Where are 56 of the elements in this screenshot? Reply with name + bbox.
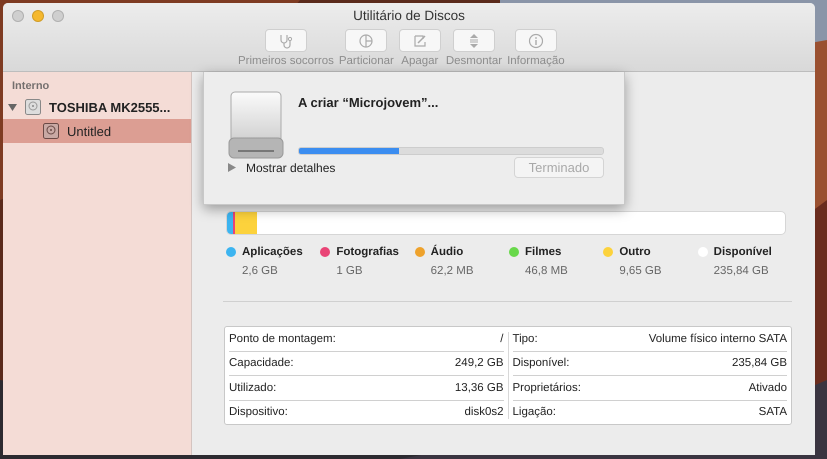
sidebar-item[interactable]: Untitled bbox=[3, 119, 191, 143]
legend-size: 62,2 MB bbox=[430, 265, 474, 277]
hard-drive-icon bbox=[24, 98, 42, 116]
info-value: 13,36 GB bbox=[454, 382, 504, 394]
unmount-button[interactable] bbox=[452, 29, 495, 52]
disclosure-triangle-icon[interactable] bbox=[8, 102, 17, 112]
legend-size: 1 GB bbox=[335, 265, 364, 277]
toolbar-label: Informação bbox=[507, 55, 565, 67]
close-button[interactable] bbox=[12, 10, 24, 22]
info-value: Ativado bbox=[748, 382, 787, 394]
info-value: 249,2 GB bbox=[454, 357, 504, 370]
info-icon bbox=[528, 32, 544, 48]
legend-label: Outro bbox=[619, 246, 651, 258]
toolbar-label: Particionar bbox=[338, 55, 394, 67]
partition-button[interactable] bbox=[345, 29, 388, 52]
info-value: SATA bbox=[758, 406, 787, 418]
info-label: Dispositivo: bbox=[229, 406, 288, 418]
zoom-button[interactable] bbox=[52, 10, 64, 22]
sidebar-heading: Interno bbox=[11, 80, 50, 92]
info-label: Disponível: bbox=[512, 357, 570, 370]
show-details-toggle[interactable]: Mostrar detalhes bbox=[228, 160, 336, 174]
erase-button[interactable] bbox=[398, 29, 441, 52]
first-aid-button[interactable] bbox=[264, 29, 307, 52]
stethoscope-icon bbox=[278, 32, 294, 48]
legend-size: 46,8 MB bbox=[524, 265, 569, 277]
legend-label: Áudio bbox=[430, 246, 464, 258]
info-value: Volume físico interno SATA bbox=[648, 332, 787, 345]
toolbar-label: Primeiros socorros bbox=[238, 55, 334, 67]
info-label: Ligação: bbox=[512, 406, 556, 418]
legend-label: Disponível bbox=[714, 246, 772, 258]
toolbar-label: Desmontar bbox=[446, 55, 502, 67]
info-label: Ponto de montagem: bbox=[229, 332, 336, 345]
legend-size: 2,6 GB bbox=[241, 265, 279, 277]
external-drive-icon bbox=[228, 90, 284, 160]
legend-size: 9,65 GB bbox=[618, 265, 663, 277]
hard-drive-icon bbox=[42, 122, 60, 140]
toolbar-label: Apagar bbox=[401, 55, 438, 67]
legend-size: 235,84 GB bbox=[712, 265, 770, 277]
disclosure-triangle-icon bbox=[228, 163, 236, 172]
info-label: Tipo: bbox=[512, 332, 538, 345]
info-button[interactable] bbox=[514, 29, 557, 52]
legend-label: Fotografias bbox=[336, 246, 399, 258]
window-title: Utilitário de Discos bbox=[353, 8, 465, 23]
info-value: 235,84 GB bbox=[732, 357, 787, 370]
sheet-title: A criar “Microjovem”... bbox=[298, 95, 440, 110]
legend-label: Filmes bbox=[525, 246, 562, 258]
info-value: disk0s2 bbox=[464, 406, 504, 418]
info-label: Utilizado: bbox=[229, 382, 276, 394]
pencil-icon bbox=[412, 32, 428, 48]
info-label: Proprietários: bbox=[512, 382, 581, 394]
info-value: / bbox=[500, 332, 504, 345]
legend-label: Aplicações bbox=[242, 246, 303, 258]
info-label: Capacidade: bbox=[229, 357, 294, 370]
pie-icon bbox=[358, 32, 374, 48]
sidebar-item[interactable]: TOSHIBA MK2555... bbox=[3, 95, 191, 119]
minimize-button[interactable] bbox=[32, 10, 44, 22]
